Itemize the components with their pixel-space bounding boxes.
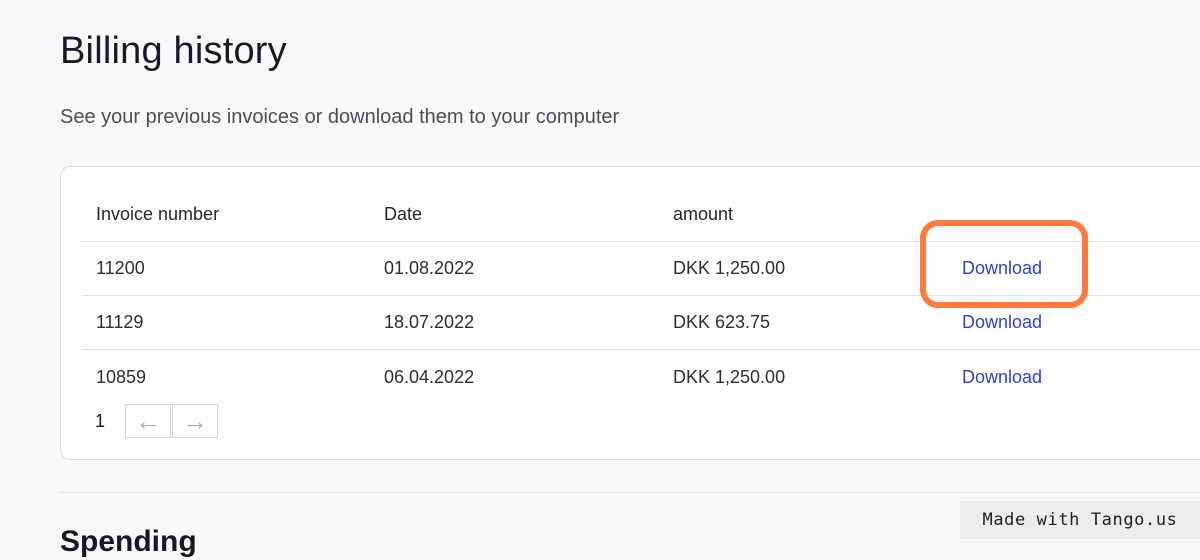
table-row: 11129 18.07.2022 DKK 623.75 Download <box>82 296 1200 350</box>
arrow-left-icon: ← <box>135 406 161 436</box>
download-cell: Download <box>962 242 1042 295</box>
tango-watermark: Made with Tango.us <box>960 501 1200 539</box>
pagination: 1 ← → <box>95 403 218 439</box>
invoice-amount-cell: DKK 623.75 <box>673 312 771 332</box>
invoice-date-cell: 06.04.2022 <box>384 366 475 387</box>
download-invoice-11200-link[interactable]: Download <box>962 258 1042 279</box>
invoice-number-cell: 11129 <box>96 312 144 332</box>
invoice-table: Invoice number Date amount 11200 01.08.2… <box>82 187 1200 404</box>
invoice-amount-cell: DKK 1,250.00 <box>673 258 786 278</box>
spending-section-title: Spending <box>60 525 197 558</box>
current-page-number: 1 <box>95 410 106 431</box>
page-title: Billing history <box>60 30 287 72</box>
invoice-number-cell: 11200 <box>96 258 145 278</box>
column-header-amount: amount <box>673 203 734 224</box>
billing-history-card: Invoice number Date amount 11200 01.08.2… <box>60 166 1200 460</box>
next-page-button[interactable]: → <box>172 404 218 438</box>
previous-page-button[interactable]: ← <box>125 404 171 438</box>
section-divider <box>60 492 1200 493</box>
download-cell: Download <box>962 350 1042 404</box>
page-subtitle: See your previous invoices or download t… <box>60 106 620 128</box>
download-invoice-10859-link[interactable]: Download <box>962 367 1042 388</box>
column-header-invoice-number: Invoice number <box>96 203 220 224</box>
arrow-right-icon: → <box>182 406 208 436</box>
download-invoice-11129-link[interactable]: Download <box>962 312 1042 333</box>
table-header-row: Invoice number Date amount <box>82 187 1200 242</box>
table-row: 11200 01.08.2022 DKK 1,250.00 Download <box>82 242 1200 296</box>
download-cell: Download <box>962 296 1042 349</box>
invoice-number-cell: 10859 <box>96 366 147 387</box>
invoice-date-cell: 01.08.2022 <box>384 258 475 278</box>
invoice-date-cell: 18.07.2022 <box>384 312 475 332</box>
invoice-amount-cell: DKK 1,250.00 <box>673 366 786 387</box>
column-header-date: Date <box>384 203 423 224</box>
table-row: 10859 06.04.2022 DKK 1,250.00 Download <box>82 350 1200 404</box>
